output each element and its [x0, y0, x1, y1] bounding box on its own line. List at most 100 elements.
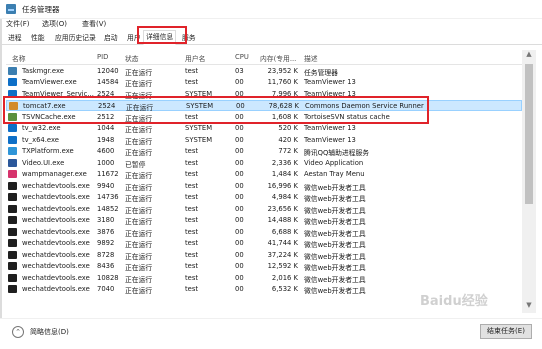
- cell-status: 正在运行: [125, 195, 153, 203]
- cell-cpu: 00: [235, 216, 244, 224]
- tab-strip: 进程 性能 应用历史记录 启动 用户 详细信息 服务: [0, 30, 542, 45]
- cell-username: test: [185, 170, 199, 178]
- cell-name: wechatdevtools.exe: [22, 204, 90, 213]
- column-header-cpu[interactable]: CPU: [235, 53, 249, 61]
- cell-username: test: [185, 158, 199, 167]
- cell-cpu: 00: [235, 273, 244, 282]
- table-row[interactable]: wechatdevtools.exe 10828 正在运行 test 00 2,016 K…: [6, 272, 522, 284]
- task-manager-window: 任务管理器 文件(F) 选项(O) 查看(V) 进程 性能 应用历史记录 启动 …: [0, 0, 542, 349]
- table-row[interactable]: Video.UI.exe 1000 已暂停 test 00 2,336 K Video Ap…: [6, 157, 522, 169]
- cell-status: 正在运行: [125, 252, 153, 261]
- end-task-button[interactable]: 结束任务(E): [480, 324, 532, 339]
- column-header-name[interactable]: 名称: [12, 53, 26, 63]
- cell-description: 微信web开发者工具: [304, 241, 366, 249]
- cell-cpu: 00: [235, 158, 244, 167]
- fewer-details-link[interactable]: 简略信息(D): [30, 327, 69, 337]
- cell-memory: 6,688 K: [271, 227, 298, 236]
- table-row[interactable]: wechatdevtools.exe 3876 正在运行 test 00 6,688 K 微…: [6, 226, 522, 238]
- cell-status: 正在运行: [125, 206, 153, 215]
- table-row[interactable]: tv_x64.exe 1948 正在运行 SYSTEM 00 420 K TeamViewe…: [6, 134, 522, 146]
- table-row[interactable]: wechatdevtools.exe 3180 正在运行 test 00 14,488 K…: [6, 215, 522, 226]
- table-row[interactable]: wechatdevtools.exe 8728 正在运行 test 00 37,224 K…: [6, 249, 522, 261]
- cell-cpu: 00: [235, 78, 244, 86]
- table-row[interactable]: tv_w32.exe 1044 正在运行 SYSTEM 00 520 K TeamViewe…: [6, 123, 522, 134]
- cell-description: TeamViewer 13: [304, 135, 356, 144]
- cell-status: 正在运行: [125, 80, 153, 88]
- scrollbar-thumb[interactable]: [525, 64, 533, 204]
- cell-pid: 12040: [97, 66, 119, 75]
- cell-username: test: [185, 273, 199, 282]
- cell-cpu: 00: [235, 124, 244, 132]
- cell-memory: 520 K: [278, 124, 298, 132]
- cell-status: 正在运行: [125, 68, 153, 77]
- cell-username: test: [185, 66, 199, 75]
- column-header-memory[interactable]: 内存(专用...: [260, 53, 296, 63]
- table-row[interactable]: TXPlatform.exe 4600 正在运行 test 00 772 K 腾讯QQ辅助进…: [6, 146, 522, 157]
- wechat-devtools-icon: [8, 262, 17, 270]
- column-header-status[interactable]: 状态: [125, 53, 139, 63]
- cell-description: 微信web开发者工具: [304, 287, 366, 295]
- table-row[interactable]: Taskmgr.exe 12040 正在运行 test 03 23,952 K 任务管理器: [6, 65, 522, 77]
- cell-username: test: [185, 285, 199, 293]
- cell-cpu: 00: [235, 135, 244, 144]
- wamp-icon: [8, 170, 17, 178]
- cell-username: SYSTEM: [185, 135, 213, 144]
- tab-app-history[interactable]: 应用历史记录: [55, 32, 96, 42]
- menu-file[interactable]: 文件(F): [6, 19, 30, 29]
- scroll-down-arrow-icon[interactable]: ▼: [522, 301, 536, 313]
- table-row[interactable]: wechatdevtools.exe 9892 正在运行 test 00 41,744 K…: [6, 238, 522, 249]
- tab-startup[interactable]: 启动: [104, 32, 118, 42]
- cell-cpu: 00: [235, 147, 244, 155]
- cell-memory: 14,488 K: [267, 216, 298, 224]
- menu-options[interactable]: 选项(O): [42, 19, 67, 29]
- column-header-username[interactable]: 用户名: [185, 53, 205, 63]
- cell-description: 微信web开发者工具: [304, 229, 366, 238]
- cell-memory: 16,996 K: [267, 181, 298, 190]
- column-header-pid[interactable]: PID: [97, 53, 108, 61]
- table-row[interactable]: wampmanager.exe 11672 正在运行 test 00 1,484 K Aes…: [6, 169, 522, 180]
- table-row[interactable]: wechatdevtools.exe 14852 正在运行 test 00 23,656 …: [6, 203, 522, 215]
- menu-view[interactable]: 查看(V): [82, 19, 106, 29]
- cell-name: wechatdevtools.exe: [22, 239, 90, 247]
- teamviewer-icon: [8, 78, 17, 86]
- cell-cpu: 00: [235, 250, 244, 259]
- cell-status: 已暂停: [125, 160, 146, 169]
- cell-description: 微信web开发者工具: [304, 275, 366, 284]
- cell-pid: 14736: [97, 193, 119, 201]
- cell-description: TeamViewer 13: [304, 124, 356, 132]
- wechat-devtools-icon: [8, 285, 17, 293]
- cell-pid: 14584: [97, 78, 119, 86]
- cell-name: wampmanager.exe: [22, 170, 87, 178]
- cell-description: 微信web开发者工具: [304, 195, 366, 203]
- table-row[interactable]: wechatdevtools.exe 9940 正在运行 test 00 16,996 K…: [6, 180, 522, 192]
- cell-username: test: [185, 250, 199, 259]
- wechat-devtools-icon: [8, 227, 17, 236]
- column-header-description[interactable]: 描述: [304, 53, 318, 63]
- task-manager-icon: [6, 4, 16, 14]
- teamviewer-icon: [8, 135, 17, 144]
- cell-username: test: [185, 204, 199, 213]
- wechat-devtools-icon: [8, 273, 17, 282]
- cell-description: 任务管理器: [304, 68, 338, 77]
- details-tab-highlight-box: [137, 26, 187, 44]
- tab-processes[interactable]: 进程: [8, 32, 22, 42]
- cell-cpu: 00: [235, 170, 244, 178]
- chevron-up-icon[interactable]: ⌃: [12, 326, 24, 338]
- cell-name: Taskmgr.exe: [22, 66, 64, 75]
- table-row[interactable]: wechatdevtools.exe 14736 正在运行 test 00 4,984 K…: [6, 192, 522, 203]
- table-row[interactable]: TeamViewer.exe 14584 正在运行 test 00 11,760 K Tea…: [6, 77, 522, 88]
- cell-name: wechatdevtools.exe: [22, 193, 90, 201]
- watermark: Baidu经验: [420, 294, 488, 309]
- cell-memory: 6,532 K: [271, 285, 298, 293]
- cell-memory: 11,760 K: [267, 78, 298, 86]
- cell-status: 正在运行: [125, 172, 153, 180]
- vertical-scrollbar[interactable]: ▲ ▼: [522, 50, 536, 313]
- cell-cpu: 00: [235, 227, 244, 236]
- cell-pid: 9892: [97, 239, 115, 247]
- scroll-up-arrow-icon[interactable]: ▲: [522, 50, 536, 62]
- table-row[interactable]: wechatdevtools.exe 8436 正在运行 test 00 12,592 K…: [6, 261, 522, 272]
- cell-cpu: 00: [235, 181, 244, 190]
- tab-performance[interactable]: 性能: [31, 32, 45, 42]
- cell-cpu: 00: [235, 204, 244, 213]
- cell-status: 正在运行: [125, 218, 153, 226]
